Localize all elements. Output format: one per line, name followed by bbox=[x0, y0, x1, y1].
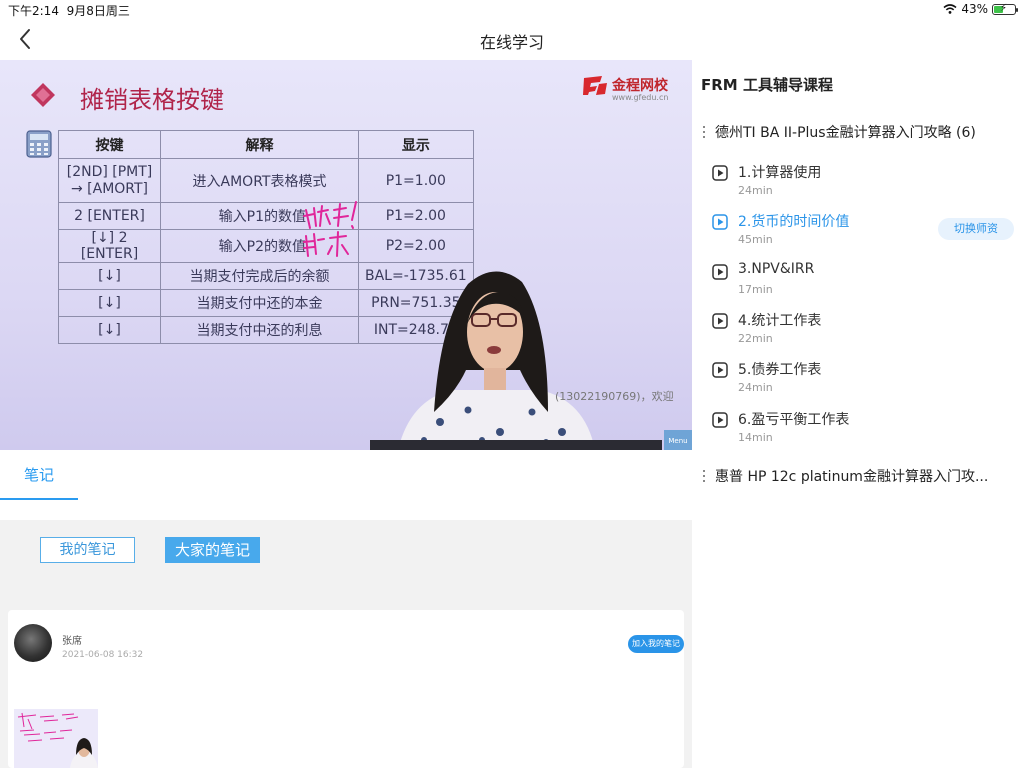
video-player[interactable]: 摊销表格按键 金程网校 www.gfedu.cn 按键 解释 显示 [2ND] … bbox=[0, 60, 692, 450]
table-cell: 当期支付中还的本金 bbox=[160, 289, 359, 317]
lesson-title: 5.债券工作表 bbox=[738, 362, 822, 378]
table-cell: P1=2.00 bbox=[358, 202, 474, 230]
table-cell: P1=1.00 bbox=[358, 158, 474, 203]
status-bar: 下午2:14 9月8日周三 43% ⚡ bbox=[0, 0, 1024, 18]
lesson-title: 2.货币的时间价值 bbox=[738, 214, 850, 230]
chapter-marker-icon bbox=[703, 470, 705, 482]
slide-title: 摊销表格按键 bbox=[80, 86, 224, 114]
status-right: 43% ⚡ bbox=[943, 2, 1018, 16]
table-cell: 进入AMORT表格模式 bbox=[160, 158, 359, 203]
chapter-marker-icon bbox=[703, 126, 705, 138]
lesson-duration: 22min bbox=[738, 332, 773, 345]
switch-teacher-button[interactable]: 切换师资 bbox=[938, 218, 1014, 240]
lesson-title: 4.统计工作表 bbox=[738, 313, 822, 329]
lesson-item[interactable]: 5.债券工作表 24min bbox=[712, 357, 1012, 401]
tab-notes[interactable]: 笔记 bbox=[24, 464, 54, 485]
note-card: 张席 2021-06-08 16:32 加入我的笔记 bbox=[8, 610, 684, 768]
add-to-my-notes-button[interactable]: 加入我的笔记 bbox=[628, 635, 684, 653]
lesson-title: 3.NPV&IRR bbox=[738, 261, 815, 277]
lesson-item[interactable]: 4.统计工作表 22min bbox=[712, 308, 1012, 352]
play-icon bbox=[712, 165, 728, 181]
lesson-item[interactable]: 6.盈亏平衡工作表 14min bbox=[712, 407, 1012, 451]
play-icon bbox=[712, 313, 728, 329]
chapter-title: 德州TI BA II-Plus金融计算器入门攻略 (6) bbox=[715, 125, 976, 141]
calculator-icon bbox=[26, 130, 52, 158]
lesson-duration: 24min bbox=[738, 184, 773, 197]
chapter-title: 惠普 HP 12c platinum金融计算器入门攻... bbox=[715, 469, 989, 485]
laptop-edge bbox=[370, 440, 662, 450]
lesson-duration: 24min bbox=[738, 381, 773, 394]
note-screenshot-thumbnail[interactable] bbox=[14, 709, 98, 768]
table-cell: [↓] 2 [ENTER] bbox=[58, 229, 161, 263]
lesson-duration: 14min bbox=[738, 431, 773, 444]
play-icon bbox=[712, 264, 728, 280]
table-row: [↓] 2 [ENTER] 输入P2的数值 P2=2.00 bbox=[58, 229, 474, 263]
note-author: 张席 bbox=[62, 636, 82, 647]
table-cell: [↓] bbox=[58, 262, 161, 290]
table-cell: 当期支付中还的利息 bbox=[160, 316, 359, 344]
brand-url: www.gfedu.cn bbox=[612, 93, 669, 102]
video-menu-button[interactable]: Menu bbox=[664, 430, 692, 450]
wifi-icon bbox=[943, 4, 957, 14]
header-display: 显示 bbox=[358, 130, 474, 159]
tab-active-indicator bbox=[0, 498, 78, 500]
lesson-title: 1.计算器使用 bbox=[738, 165, 822, 181]
lesson-duration: 45min bbox=[738, 233, 773, 246]
table-cell: [↓] bbox=[58, 316, 161, 344]
lesson-duration: 17min bbox=[738, 283, 773, 296]
brand-name: 金程网校 bbox=[612, 78, 668, 94]
status-time: 下午2:14 bbox=[8, 4, 59, 18]
battery-icon: ⚡ bbox=[992, 2, 1018, 15]
table-header-row: 按键 解释 显示 bbox=[58, 130, 474, 159]
course-title: FRM 工具辅导课程 bbox=[701, 76, 833, 94]
table-cell: [↓] bbox=[58, 289, 161, 317]
chapter-ti-ba-ii-plus[interactable]: 德州TI BA II-Plus金融计算器入门攻略 (6) bbox=[701, 122, 976, 142]
lesson-item[interactable]: 1.计算器使用 24min bbox=[712, 160, 1012, 204]
notes-tab-bar: 笔记 bbox=[0, 450, 692, 500]
table-cell: 2 [ENTER] bbox=[58, 202, 161, 230]
play-icon bbox=[712, 362, 728, 378]
notes-area: 我的笔记 大家的笔记 张席 2021-06-08 16:32 加入我的笔记 bbox=[0, 520, 692, 768]
header-key: 按键 bbox=[58, 130, 161, 159]
my-notes-button[interactable]: 我的笔记 bbox=[40, 537, 135, 563]
handwritten-annotation-1 bbox=[303, 201, 357, 229]
battery-percent: 43% bbox=[961, 2, 988, 16]
play-icon bbox=[712, 214, 728, 230]
video-watermark-text: (13022190769)，欢迎 bbox=[555, 390, 674, 403]
chapter-hp-12c[interactable]: 惠普 HP 12c platinum金融计算器入门攻... bbox=[701, 466, 988, 486]
lesson-item[interactable]: 3.NPV&IRR 17min bbox=[712, 259, 1012, 303]
table-row: 2 [ENTER] 输入P1的数值 P1=2.00 bbox=[58, 202, 474, 230]
status-date: 9月8日周三 bbox=[66, 4, 130, 18]
table-row: [2ND] [PMT] → [AMORT] 进入AMORT表格模式 P1=1.0… bbox=[58, 158, 474, 203]
nav-bar: 在线学习 bbox=[0, 18, 1024, 60]
charging-icon: ⚡ bbox=[1000, 2, 1008, 14]
table-cell: P2=2.00 bbox=[358, 229, 474, 263]
lesson-title: 6.盈亏平衡工作表 bbox=[738, 412, 850, 428]
header-explain: 解释 bbox=[160, 130, 359, 159]
handwritten-annotation-2 bbox=[303, 231, 349, 257]
table-cell: 当期支付完成后的余额 bbox=[160, 262, 359, 290]
presenter-video bbox=[398, 271, 595, 450]
gfedu-logo-icon bbox=[583, 76, 607, 95]
avatar[interactable] bbox=[14, 624, 52, 662]
play-icon bbox=[712, 412, 728, 428]
page-title: 在线学习 bbox=[479, 33, 544, 52]
status-time-date: 下午2:14 9月8日周三 bbox=[8, 2, 130, 19]
diamond-bullet-icon bbox=[31, 83, 55, 107]
note-timestamp: 2021-06-08 16:32 bbox=[62, 650, 144, 660]
table-cell: [2ND] [PMT] → [AMORT] bbox=[58, 158, 161, 203]
all-notes-button[interactable]: 大家的笔记 bbox=[165, 537, 260, 563]
